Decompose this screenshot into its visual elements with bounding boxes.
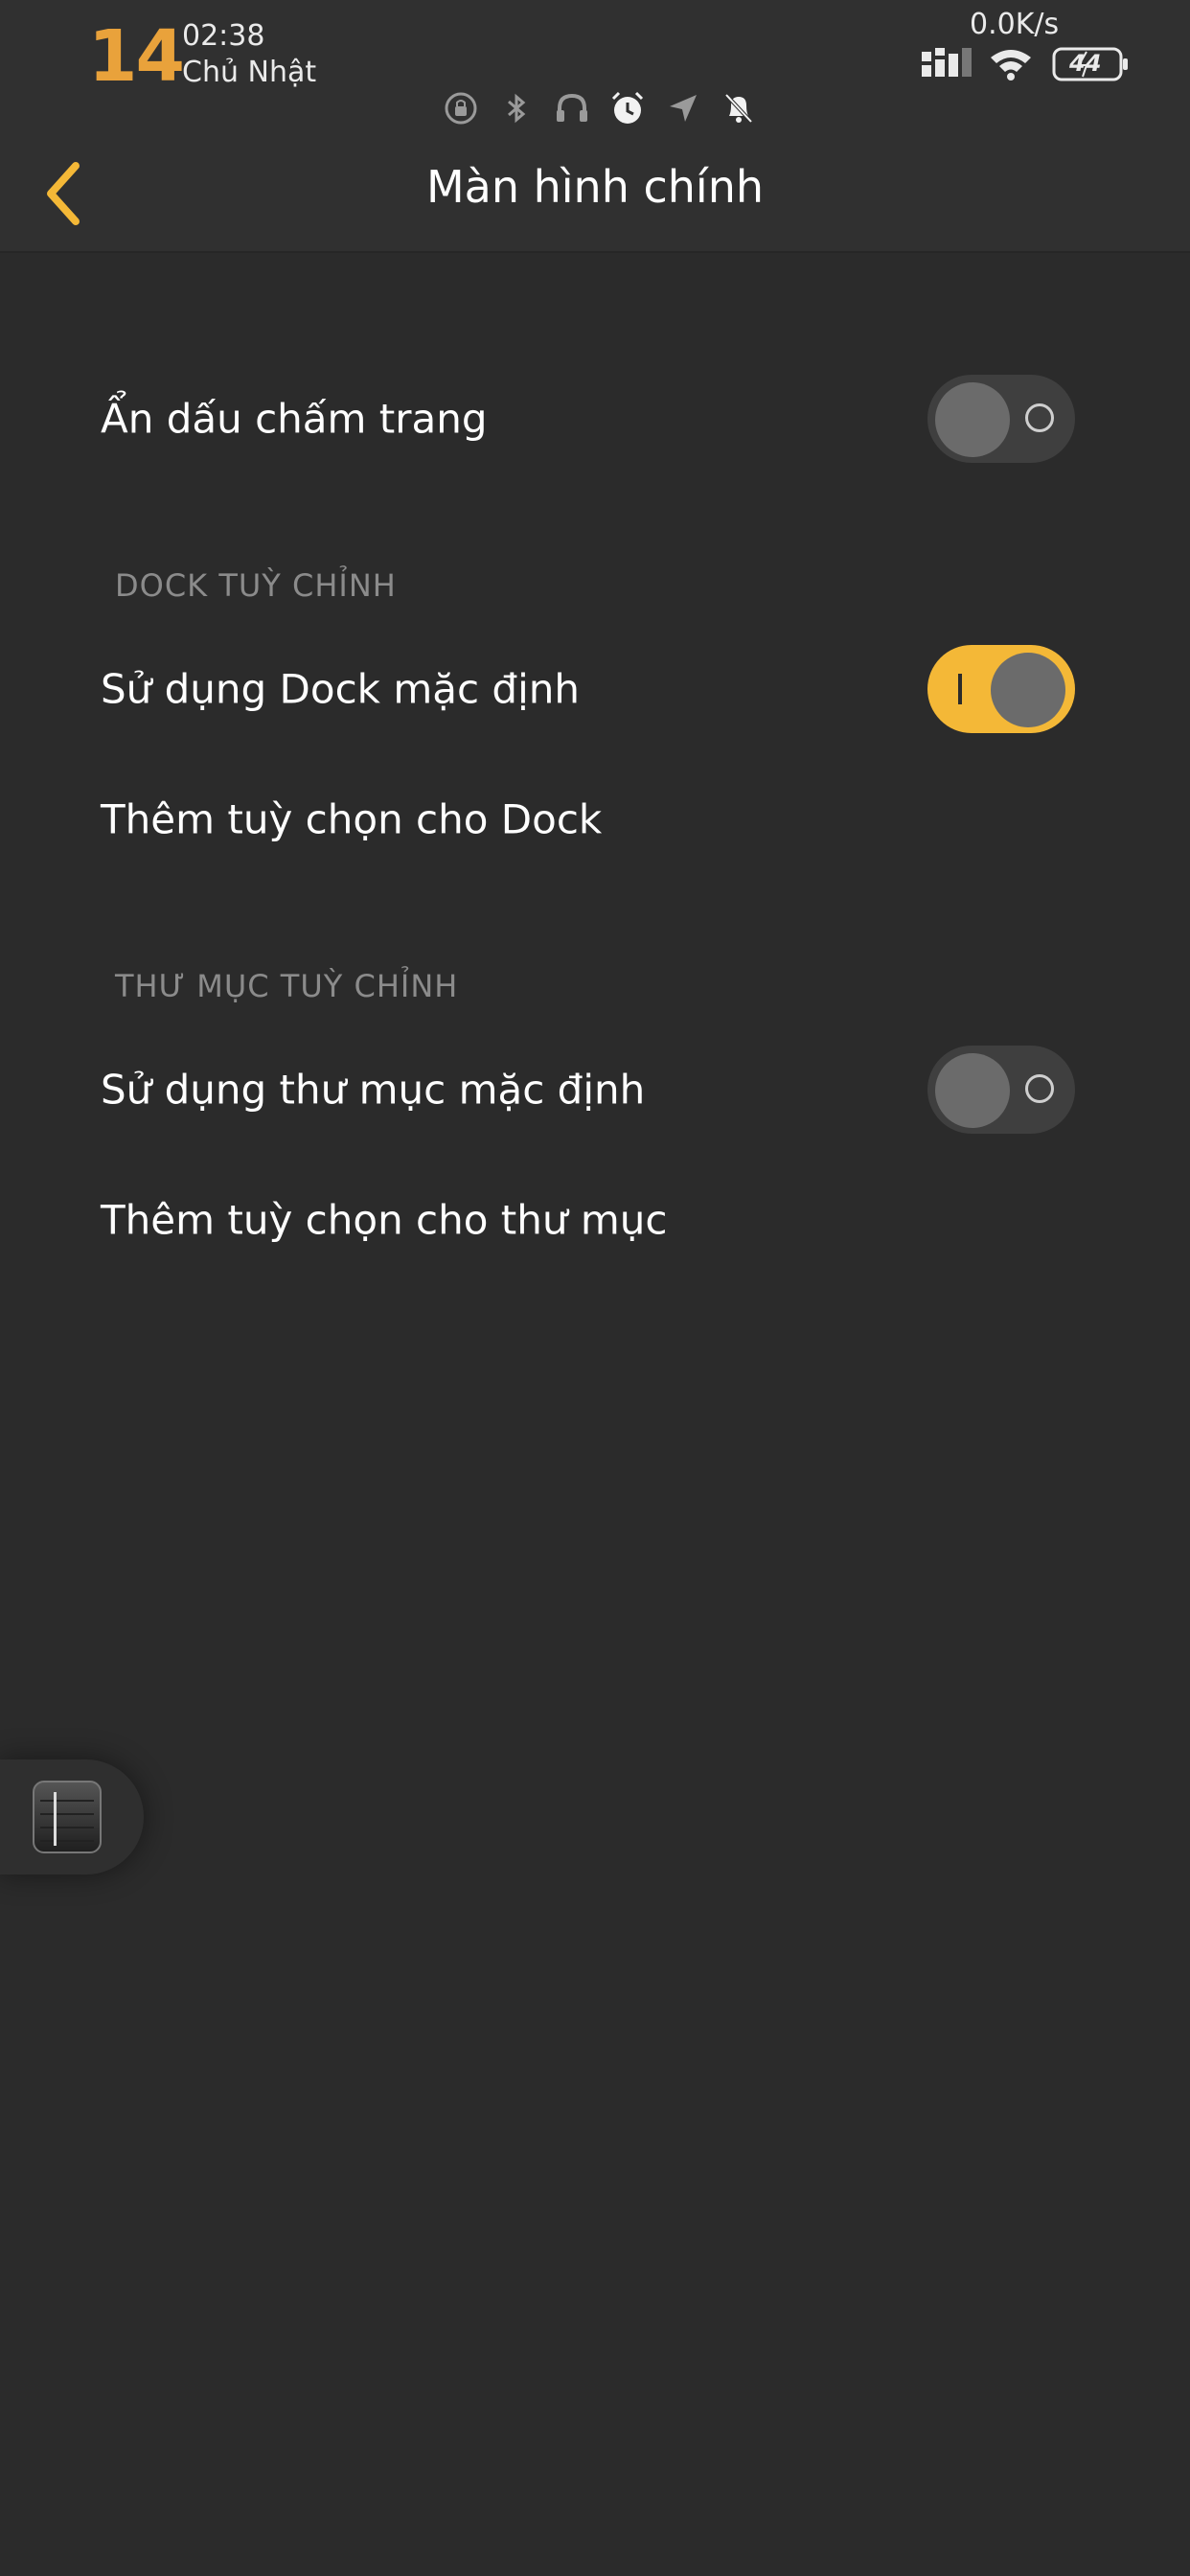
- toggle-on-mark: [958, 674, 962, 704]
- toggle-off-mark: [1025, 403, 1054, 432]
- setting-use-default-dock[interactable]: Sử dụng Dock mặc định: [0, 636, 1190, 742]
- status-weekday: Chủ Nhật: [182, 56, 317, 89]
- toggle-knob: [991, 653, 1065, 727]
- setting-label: Thêm tuỳ chọn cho thư mục: [101, 1196, 668, 1244]
- setting-hide-page-dots[interactable]: Ẩn dấu chấm trang: [0, 366, 1190, 472]
- hide-page-dots-toggle[interactable]: [927, 375, 1075, 463]
- alarm-icon: [609, 90, 646, 126]
- status-bar: 14 02:38 Chủ Nhật 0.0K/s 44: [0, 0, 1190, 134]
- page-title: Màn hình chính: [425, 161, 765, 213]
- setting-label: Thêm tuỳ chọn cho Dock: [101, 795, 603, 843]
- network-speed: 0.0K/s: [970, 8, 1060, 41]
- setting-label: Sử dụng Dock mặc định: [101, 665, 581, 713]
- location-icon: [665, 90, 701, 126]
- setting-dock-options[interactable]: Thêm tuỳ chọn cho Dock: [0, 767, 1190, 872]
- top-bar: Màn hình chính: [0, 134, 1190, 253]
- status-icons: [443, 88, 757, 128]
- setting-use-default-folder[interactable]: Sử dụng thư mục mặc định: [0, 1037, 1190, 1142]
- silent-mode-icon: [721, 90, 757, 126]
- settings-screen: 14 02:38 Chủ Nhật 0.0K/s 44 Màn hình chí…: [0, 0, 1190, 2576]
- status-day: 14: [88, 15, 185, 98]
- wifi-icon: [991, 50, 1031, 80]
- battery-level: 44: [1069, 50, 1102, 77]
- headphones-icon: [554, 90, 590, 126]
- bluetooth-icon: [498, 90, 535, 126]
- signal-icon: [922, 48, 972, 77]
- floating-shortcut-widget[interactable]: [0, 1760, 144, 1874]
- toggle-off-mark: [1025, 1074, 1054, 1103]
- screen-rotation-lock-icon: [443, 90, 479, 126]
- section-header-folder: THƯ MỤC TUỲ CHỈNH: [115, 968, 459, 1004]
- toggle-knob: [935, 382, 1010, 457]
- use-default-dock-toggle[interactable]: [927, 645, 1075, 733]
- toggle-knob: [935, 1053, 1010, 1128]
- section-header-dock: DOCK TUỲ CHỈNH: [115, 567, 397, 604]
- setting-folder-options[interactable]: Thêm tuỳ chọn cho thư mục: [0, 1167, 1190, 1273]
- notes-app-icon: [33, 1781, 102, 1853]
- setting-label: Sử dụng thư mục mặc định: [101, 1066, 646, 1114]
- use-default-folder-toggle[interactable]: [927, 1046, 1075, 1134]
- setting-label: Ẩn dấu chấm trang: [101, 395, 488, 443]
- status-time: 02:38: [182, 19, 265, 53]
